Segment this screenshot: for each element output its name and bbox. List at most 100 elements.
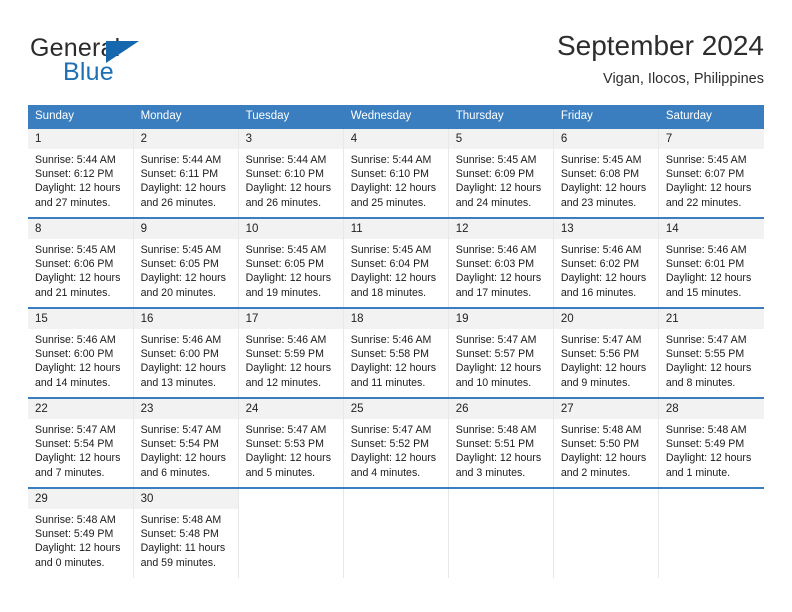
sunrise-text: Sunrise: 5:44 AM xyxy=(245,154,327,166)
calendar-day-cell[interactable]: 22 Sunrise: 5:47 AM Sunset: 5:54 PM Dayligh… xyxy=(28,397,134,488)
sunrise-text: Sunrise: 5:46 AM xyxy=(140,334,222,346)
calendar-day-cell[interactable]: 5 Sunrise: 5:45 AM Sunset: 6:09 PM Daylight… xyxy=(448,127,554,218)
day-number xyxy=(553,489,658,509)
calendar-day-cell[interactable]: 3 Sunrise: 5:44 AM Sunset: 6:10 PM Daylight… xyxy=(238,127,344,218)
daylight-text-line2: and 12 minutes. xyxy=(245,376,322,389)
daylight-text-line1: Daylight: 12 hours xyxy=(665,452,752,465)
calendar-day-cell[interactable]: 24 Sunrise: 5:47 AM Sunset: 5:53 PM Dayligh… xyxy=(238,397,344,488)
day-number: 25 xyxy=(343,399,448,419)
calendar-day-cell[interactable]: 18 Sunrise: 5:46 AM Sunset: 5:58 PM Dayligh… xyxy=(343,307,449,398)
daylight-text-line2: and 7 minutes. xyxy=(35,466,105,479)
day-number: 16 xyxy=(133,309,238,329)
day-number: 4 xyxy=(343,129,448,149)
sunrise-text: Sunrise: 5:45 AM xyxy=(455,154,537,166)
daylight-text-line1: Daylight: 12 hours xyxy=(35,182,121,195)
calendar-day-cell[interactable]: 25 Sunrise: 5:47 AM Sunset: 5:52 PM Dayligh… xyxy=(343,397,449,488)
day-details: Sunrise: 5:47 AM Sunset: 5:55 PM Daylight:… xyxy=(659,329,764,390)
general-blue-logo[interactable]: General Blue xyxy=(30,34,210,90)
day-number: 10 xyxy=(238,219,343,239)
calendar-day-cell[interactable]: 10 Sunrise: 5:45 AM Sunset: 6:05 PM Dayligh… xyxy=(238,217,344,308)
calendar-day-cell[interactable]: 23 Sunrise: 5:47 AM Sunset: 5:54 PM Dayligh… xyxy=(133,397,239,488)
sunset-text: Sunset: 5:51 PM xyxy=(455,438,535,451)
weekday-header-friday: Friday xyxy=(553,105,659,128)
weekday-header-sunday: Sunday xyxy=(28,105,134,128)
sunrise-text: Sunrise: 5:48 AM xyxy=(560,424,642,436)
daylight-text-line1: Daylight: 12 hours xyxy=(350,182,437,195)
logo-text-blue: Blue xyxy=(63,58,114,86)
sunset-text: Sunset: 6:10 PM xyxy=(350,168,430,181)
page-subtitle: Vigan, Ilocos, Philippines xyxy=(603,71,764,87)
sunset-text: Sunset: 5:57 PM xyxy=(455,348,535,361)
daylight-text-line2: and 10 minutes. xyxy=(455,376,532,389)
calendar-day-cell[interactable]: 26 Sunrise: 5:48 AM Sunset: 5:51 PM Dayligh… xyxy=(448,397,554,488)
calendar-day-cell[interactable]: 1 Sunrise: 5:44 AM Sunset: 6:12 PM Daylight… xyxy=(28,127,134,218)
calendar-day-cell[interactable]: 28 Sunrise: 5:48 AM Sunset: 5:49 PM Dayligh… xyxy=(658,397,764,488)
day-number: 28 xyxy=(658,399,764,419)
calendar-day-cell[interactable]: 9 Sunrise: 5:45 AM Sunset: 6:05 PM Daylight… xyxy=(133,217,239,308)
sunrise-text: Sunrise: 5:46 AM xyxy=(455,244,537,256)
calendar-empty-cell xyxy=(553,487,659,578)
sunset-text: Sunset: 5:55 PM xyxy=(665,348,745,361)
sunrise-text: Sunrise: 5:45 AM xyxy=(245,244,327,256)
day-number: 12 xyxy=(448,219,553,239)
calendar-day-cell[interactable]: 17 Sunrise: 5:46 AM Sunset: 5:59 PM Dayligh… xyxy=(238,307,344,398)
sunset-text: Sunset: 6:06 PM xyxy=(35,258,114,271)
weekday-header-tuesday: Tuesday xyxy=(238,105,344,128)
daylight-text-line2: and 17 minutes. xyxy=(455,286,532,299)
daylight-text-line2: and 23 minutes. xyxy=(560,196,637,209)
sunrise-text: Sunrise: 5:47 AM xyxy=(350,424,432,436)
calendar-day-cell[interactable]: 7 Sunrise: 5:45 AM Sunset: 6:07 PM Daylight… xyxy=(658,127,764,218)
calendar-empty-cell xyxy=(343,487,449,578)
day-details: Sunrise: 5:45 AM Sunset: 6:08 PM Daylight:… xyxy=(554,149,658,210)
daylight-text-line2: and 11 minutes. xyxy=(350,376,426,389)
day-details: Sunrise: 5:47 AM Sunset: 5:54 PM Daylight:… xyxy=(134,419,238,480)
daylight-text-line1: Daylight: 12 hours xyxy=(665,182,752,195)
calendar-day-cell[interactable]: 19 Sunrise: 5:47 AM Sunset: 5:57 PM Dayligh… xyxy=(448,307,554,398)
sunset-text: Sunset: 5:54 PM xyxy=(35,438,114,451)
calendar-empty-cell xyxy=(658,487,764,578)
calendar-day-cell[interactable]: 6 Sunrise: 5:45 AM Sunset: 6:08 PM Daylight… xyxy=(553,127,659,218)
calendar-day-cell[interactable]: 27 Sunrise: 5:48 AM Sunset: 5:50 PM Dayligh… xyxy=(553,397,659,488)
calendar-day-cell[interactable]: 16 Sunrise: 5:46 AM Sunset: 6:00 PM Dayligh… xyxy=(133,307,239,398)
calendar-day-cell[interactable]: 30 Sunrise: 5:48 AM Sunset: 5:48 PM Dayligh… xyxy=(133,487,239,578)
day-details: Sunrise: 5:44 AM Sunset: 6:10 PM Daylight:… xyxy=(344,149,448,210)
calendar-day-cell[interactable]: 11 Sunrise: 5:45 AM Sunset: 6:04 PM Dayligh… xyxy=(343,217,449,308)
day-number xyxy=(448,489,553,509)
calendar-day-cell[interactable]: 29 Sunrise: 5:48 AM Sunset: 5:49 PM Dayligh… xyxy=(28,487,134,578)
day-details: Sunrise: 5:44 AM Sunset: 6:10 PM Daylight:… xyxy=(239,149,343,210)
calendar-day-cell[interactable]: 13 Sunrise: 5:46 AM Sunset: 6:02 PM Dayligh… xyxy=(553,217,659,308)
daylight-text-line2: and 18 minutes. xyxy=(350,286,427,299)
daylight-text-line1: Daylight: 12 hours xyxy=(140,182,226,195)
daylight-text-line1: Daylight: 12 hours xyxy=(140,272,226,285)
day-number: 20 xyxy=(553,309,658,329)
day-details xyxy=(659,509,764,513)
daylight-text-line2: and 0 minutes. xyxy=(35,556,105,569)
calendar-day-cell[interactable]: 4 Sunrise: 5:44 AM Sunset: 6:10 PM Daylight… xyxy=(343,127,449,218)
daylight-text-line2: and 24 minutes. xyxy=(455,196,532,209)
calendar-day-cell[interactable]: 14 Sunrise: 5:46 AM Sunset: 6:01 PM Dayligh… xyxy=(658,217,764,308)
calendar-day-cell[interactable]: 21 Sunrise: 5:47 AM Sunset: 5:55 PM Dayligh… xyxy=(658,307,764,398)
day-number: 13 xyxy=(553,219,658,239)
calendar-day-cell[interactable]: 15 Sunrise: 5:46 AM Sunset: 6:00 PM Dayligh… xyxy=(28,307,134,398)
sunset-text: Sunset: 5:54 PM xyxy=(140,438,219,451)
day-number: 2 xyxy=(133,129,238,149)
day-number: 21 xyxy=(658,309,764,329)
daylight-text-line1: Daylight: 12 hours xyxy=(350,362,437,375)
daylight-text-line1: Daylight: 12 hours xyxy=(665,272,752,285)
calendar-day-cell[interactable]: 2 Sunrise: 5:44 AM Sunset: 6:11 PM Daylight… xyxy=(133,127,239,218)
sunset-text: Sunset: 6:05 PM xyxy=(245,258,324,271)
day-number: 26 xyxy=(448,399,553,419)
daylight-text-line2: and 5 minutes. xyxy=(245,466,316,479)
daylight-text-line1: Daylight: 12 hours xyxy=(560,272,647,285)
sunrise-text: Sunrise: 5:46 AM xyxy=(350,334,432,346)
day-details: Sunrise: 5:46 AM Sunset: 6:00 PM Daylight:… xyxy=(134,329,238,390)
daylight-text-line1: Daylight: 12 hours xyxy=(350,272,437,285)
day-details: Sunrise: 5:46 AM Sunset: 6:03 PM Daylight:… xyxy=(449,239,553,300)
daylight-text-line2: and 19 minutes. xyxy=(245,286,322,299)
calendar-week-row: 29 Sunrise: 5:48 AM Sunset: 5:49 PM Dayligh… xyxy=(28,487,764,578)
calendar-day-cell[interactable]: 12 Sunrise: 5:46 AM Sunset: 6:03 PM Dayligh… xyxy=(448,217,554,308)
day-number: 9 xyxy=(133,219,238,239)
calendar-day-cell[interactable]: 20 Sunrise: 5:47 AM Sunset: 5:56 PM Dayligh… xyxy=(553,307,659,398)
day-details xyxy=(449,509,553,513)
calendar-day-cell[interactable]: 8 Sunrise: 5:45 AM Sunset: 6:06 PM Daylight… xyxy=(28,217,134,308)
